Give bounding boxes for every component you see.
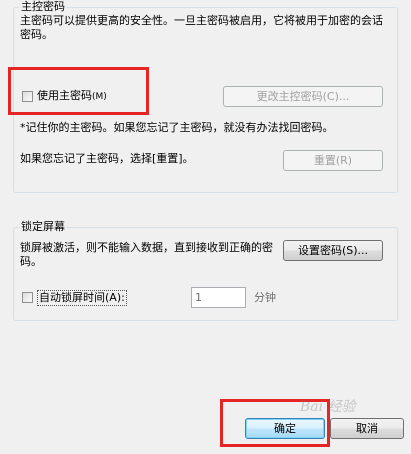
use-master-password-label[interactable]: 使用主密码(M) xyxy=(37,89,107,104)
auto-lock-label[interactable]: 自动锁屏时间(A): xyxy=(37,290,127,306)
master-password-description: 主密码可以提供更高的安全性。一旦主密码被启用，它将被用于加密的会话密码。 xyxy=(20,14,383,41)
change-master-password-button[interactable]: 更改主控密码(C)... xyxy=(223,86,383,107)
watermark: Bai 经验 xyxy=(300,399,356,415)
master-password-title: 主控密码 xyxy=(19,0,67,14)
use-master-password-text: 使用主密码 xyxy=(37,89,92,102)
ok-button[interactable]: 确定 xyxy=(245,418,325,439)
reset-button[interactable]: 重置(R) xyxy=(283,150,383,171)
use-master-password-checkbox[interactable] xyxy=(22,91,33,102)
cancel-button[interactable]: 取消 xyxy=(330,418,404,439)
lock-screen-description: 锁屏被激活，则不能输入数据，直到接收到正确的密码。 xyxy=(20,241,273,268)
set-password-button[interactable]: 设置密码(S)... xyxy=(283,240,383,261)
auto-lock-checkbox[interactable] xyxy=(22,292,33,303)
minutes-unit-label: 分钟 xyxy=(254,291,276,304)
master-password-note: *记住你的主密码。如果您忘记了主密码，就没有办法找回密码。 xyxy=(20,121,334,134)
auto-lock-minutes-input[interactable] xyxy=(191,287,246,308)
use-master-password-accel: (M) xyxy=(92,92,107,102)
settings-dialog: 主控密码 主密码可以提供更高的安全性。一旦主密码被启用，它将被用于加密的会话密码… xyxy=(0,0,411,454)
reset-hint: 如果您忘记了主密码，选择[重置]。 xyxy=(20,152,194,165)
lock-screen-title: 锁定屏幕 xyxy=(19,220,67,234)
